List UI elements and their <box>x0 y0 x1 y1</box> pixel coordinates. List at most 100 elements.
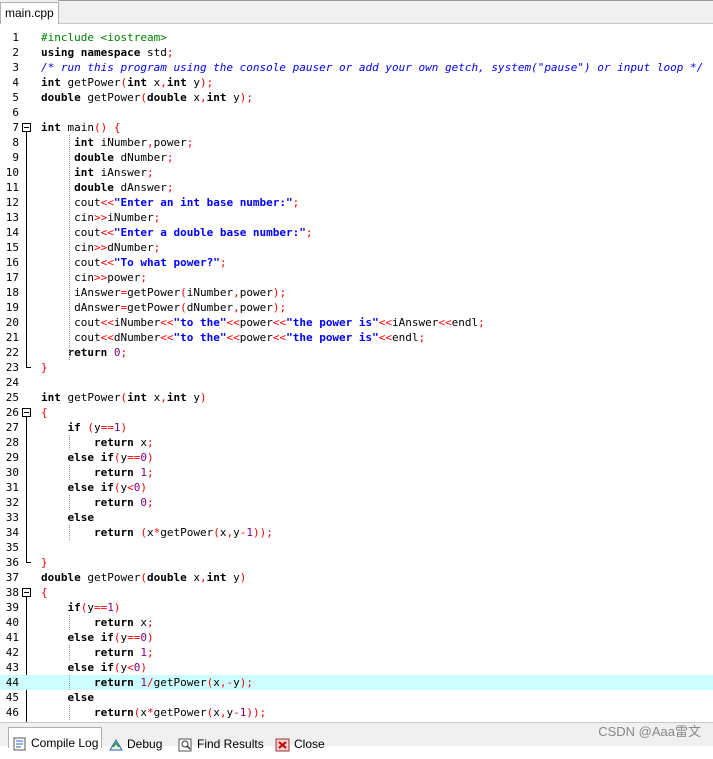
line-number: 30 <box>5 466 19 479</box>
code-line[interactable]: 41 else if(y==0) <box>0 630 713 645</box>
code-line[interactable]: 27 if (y==1) <box>0 420 713 435</box>
line-number: 3 <box>12 61 19 74</box>
code-line[interactable]: 36} <box>0 555 713 570</box>
code-text: cin>>iNumber; <box>41 211 161 224</box>
code-line[interactable]: 20 cout<<iNumber<<"to the"<<power<<"the … <box>0 315 713 330</box>
line-number: 15 <box>5 241 19 254</box>
code-text: return (x*getPower(x,y-1)); <box>93 526 273 539</box>
line-number: 2 <box>12 46 19 59</box>
line-number: 37 <box>5 571 19 584</box>
code-line[interactable]: 18 iAnswer=getPower(iNumber,power); <box>0 285 713 300</box>
line-number: 46 <box>5 706 19 719</box>
code-line[interactable]: 28 return x; <box>0 435 713 450</box>
code-line[interactable]: 7 int main() { <box>0 120 713 135</box>
code-line[interactable]: 1 #include <iostream> <box>0 30 713 45</box>
code-line[interactable]: 32 return 0; <box>0 495 713 510</box>
code-line[interactable]: 5 double getPower(double x,int y); <box>0 90 713 105</box>
code-line[interactable]: 31 else if(y<0) <box>0 480 713 495</box>
code-line[interactable]: 44 return 1/getPower(x,-y); <box>0 675 713 690</box>
code-text: return x; <box>93 616 154 629</box>
line-number: 35 <box>5 541 19 554</box>
tab-find-results-label: Find Results <box>197 737 264 751</box>
code-line[interactable]: 35 <box>0 540 713 555</box>
code-line[interactable]: 26 { <box>0 405 713 420</box>
code-text: return 0; <box>93 496 154 509</box>
line-number: 34 <box>5 526 19 539</box>
line-number: 24 <box>5 376 19 389</box>
code-line[interactable]: 22 return 0; <box>0 345 713 360</box>
code-text: } <box>41 556 48 569</box>
code-line[interactable]: 34 return (x*getPower(x,y-1)); <box>0 525 713 540</box>
code-text: return 0; <box>67 346 128 359</box>
indent-guide <box>69 435 70 450</box>
code-text: } <box>41 361 48 374</box>
code-line[interactable]: 45 else <box>0 690 713 705</box>
code-line[interactable]: 11 double dAnswer; <box>0 180 713 195</box>
line-number: 6 <box>12 106 19 119</box>
line-number: 13 <box>5 211 19 224</box>
code-editor[interactable]: 1 #include <iostream> 2 using namespace std… <box>0 25 713 722</box>
code-text: int iAnswer; <box>74 166 154 179</box>
line-number: 4 <box>12 76 19 89</box>
code-line[interactable]: 30 return 1; <box>0 465 713 480</box>
line-number: 20 <box>5 316 19 329</box>
code-line[interactable]: 43 else if(y<0) <box>0 660 713 675</box>
code-text: if(y==1) <box>67 601 121 614</box>
code-line[interactable]: 25 int getPower(int x,int y) <box>0 390 713 405</box>
tab-bar-border <box>58 0 713 1</box>
code-line[interactable]: 12 cout<<"Enter an int base number:"; <box>0 195 713 210</box>
code-line[interactable]: 33 else <box>0 510 713 525</box>
code-line[interactable]: 15 cin>>dNumber; <box>0 240 713 255</box>
line-number: 33 <box>5 511 19 524</box>
line-number: 29 <box>5 451 19 464</box>
code-line[interactable]: 13 cin>>iNumber; <box>0 210 713 225</box>
line-number: 18 <box>5 286 19 299</box>
code-line[interactable]: 19 dAnswer=getPower(dNumber,power); <box>0 300 713 315</box>
code-line[interactable]: 10 int iAnswer; <box>0 165 713 180</box>
code-line[interactable]: 37 double getPower(double x,int y) <box>0 570 713 585</box>
indent-guide <box>69 705 70 720</box>
code-line[interactable]: 38 { <box>0 585 713 600</box>
code-line[interactable]: 17 cin>>power; <box>0 270 713 285</box>
line-number: 32 <box>5 496 19 509</box>
indent-guide <box>69 675 70 690</box>
code-line[interactable]: 6 <box>0 105 713 120</box>
line-number: 45 <box>5 691 19 704</box>
code-line[interactable]: 16 cout<<"To what power?"; <box>0 255 713 270</box>
code-line[interactable]: 2 using namespace std; <box>0 45 713 60</box>
line-number: 26 <box>5 406 19 419</box>
code-line[interactable]: 4 int getPower(int x,int y); <box>0 75 713 90</box>
code-text: if (y==1) <box>67 421 128 434</box>
code-line[interactable]: 40 return x; <box>0 615 713 630</box>
tab-find-results[interactable]: Find Results <box>178 729 264 752</box>
tab-compile-log[interactable]: Compile Log <box>8 727 103 751</box>
code-line[interactable]: 9 double dNumber; <box>0 150 713 165</box>
code-line[interactable]: 42 return 1; <box>0 645 713 660</box>
watermark: CSDN @Aaa雷文 <box>598 724 701 739</box>
code-text: cout<<dNumber<<"to the"<<power<<"the pow… <box>41 331 426 344</box>
code-line[interactable]: 3 /* run this program using the console p… <box>0 60 713 75</box>
indent-guide <box>69 465 70 480</box>
code-line[interactable]: 23} <box>0 360 713 375</box>
line-number: 10 <box>5 166 19 179</box>
code-line[interactable]: 24 <box>0 375 713 390</box>
indent-guide <box>69 615 70 630</box>
code-line[interactable]: 46 return(x*getPower(x,y-1)); <box>0 705 713 720</box>
code-text: double getPower(double x,int y) <box>41 571 247 584</box>
code-line[interactable]: 29 else if(y==0) <box>0 450 713 465</box>
tab-main-cpp[interactable]: main.cpp <box>0 2 59 24</box>
tab-debug[interactable]: Debug <box>108 729 162 751</box>
code-line[interactable]: 14 cout<<"Enter a double base number:"; <box>0 225 713 240</box>
tab-close[interactable]: Close <box>275 729 325 752</box>
code-line[interactable]: 39 if(y==1) <box>0 600 713 615</box>
compile-log-icon <box>13 737 26 751</box>
code-text: { <box>41 586 48 599</box>
code-text: double dAnswer; <box>74 181 174 194</box>
code-text: cout<<iNumber<<"to the"<<power<<"the pow… <box>41 316 485 329</box>
code-text: double dNumber; <box>74 151 174 164</box>
line-number: 17 <box>5 271 19 284</box>
code-line[interactable]: 8 int iNumber,power; <box>0 135 713 150</box>
code-line[interactable]: 21 cout<<dNumber<<"to the"<<power<<"the … <box>0 330 713 345</box>
line-number: 31 <box>5 481 19 494</box>
code-text: #include <iostream> <box>41 31 167 44</box>
